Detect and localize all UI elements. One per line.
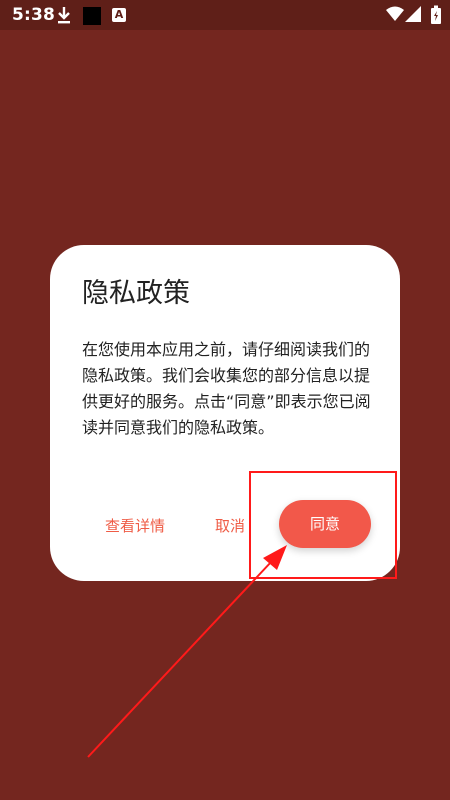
battery-icon [431,5,441,24]
dialog-body-text: 在您使用本应用之前，请仔细阅读我们的隐私政策。我们会收集您的部分信息以提供更好的… [82,340,371,437]
download-icon [58,7,70,24]
wifi-icon [386,6,404,21]
cancel-button[interactable]: 取消 [215,515,245,536]
signal-icon [405,6,421,22]
black-square-icon [83,7,101,25]
dialog-title: 隐私政策 [82,278,190,309]
a-icon: A [112,8,126,22]
view-details-button[interactable]: 查看详情 [105,515,165,536]
annotation-highlight-box [249,471,397,579]
status-bar: 5:38 A [0,0,450,30]
status-time: 5:38 [12,5,56,25]
